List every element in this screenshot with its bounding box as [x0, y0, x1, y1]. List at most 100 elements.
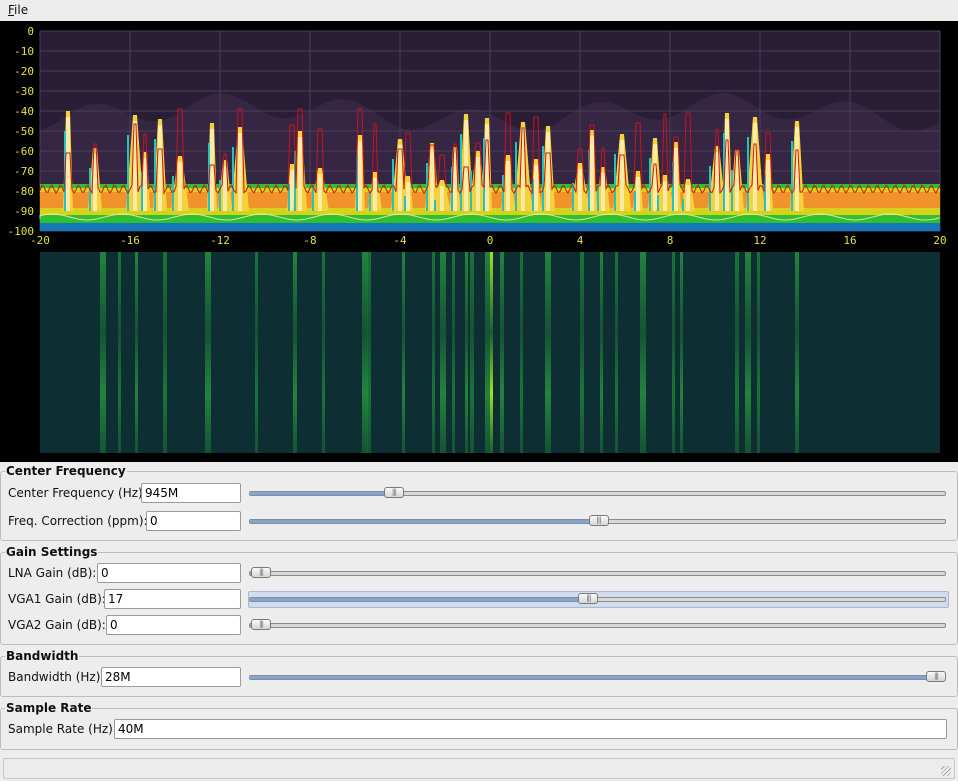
- center-frequency-slider-handle[interactable]: |||: [383, 487, 404, 498]
- freq-correction-label: Freq. Correction (ppm):: [8, 514, 148, 528]
- x-tick-label: -12: [210, 234, 230, 247]
- signal-peak-edge: [154, 139, 156, 211]
- menubar: File: [0, 0, 958, 22]
- sample-rate-title: Sample Rate: [5, 701, 93, 715]
- signal-peak-core: [546, 132, 550, 211]
- signal-peak-edge: [502, 175, 504, 211]
- freq-correction-slider[interactable]: |||: [249, 515, 946, 526]
- waterfall-signal-line: [680, 252, 683, 453]
- waterfall-signal-line: [255, 252, 258, 453]
- signal-peak-core: [753, 123, 757, 211]
- status-bar: [3, 758, 955, 779]
- lna-gain-slider[interactable]: |||: [249, 567, 946, 578]
- y-tick-label: -50: [14, 125, 34, 138]
- center-frequency-slider-fill: [250, 492, 394, 495]
- signal-peak-core: [534, 165, 538, 211]
- signal-peak-core: [430, 149, 434, 211]
- lna-gain-slider-handle[interactable]: |||: [251, 567, 271, 578]
- signal-peak-core: [636, 177, 640, 211]
- x-tick-label: -20: [30, 234, 50, 247]
- signal-peak-core: [406, 182, 410, 211]
- waterfall-signal-line: [600, 252, 603, 453]
- bandwidth-slider[interactable]: |||: [249, 671, 946, 682]
- waterfall-signal-line: [735, 252, 739, 453]
- x-tick-label: 16: [843, 234, 856, 247]
- signal-peak-edge: [434, 200, 436, 211]
- x-tick-label: 4: [577, 234, 584, 247]
- vga1-gain-input[interactable]: [104, 589, 241, 609]
- bandwidth-input[interactable]: [101, 667, 241, 687]
- signal-peak-core: [66, 117, 70, 211]
- file-menu[interactable]: File: [8, 3, 28, 17]
- spectrum-plot: 0-10-20-30-40-50-60-70-80-90-100-20 -16 -1…: [8, 25, 947, 247]
- signal-peak-edge: [219, 180, 221, 211]
- waterfall-signal-line: [520, 252, 523, 453]
- signal-peak-edge: [649, 158, 651, 211]
- spectrum-display[interactable]: 0 -10 -20 -30 -40 -50 -60 -70 -80 -90 -100 -20 -16 -1…: [0, 21, 958, 462]
- waterfall-signal-line: [452, 252, 455, 453]
- x-tick-label: -4: [393, 234, 407, 247]
- resize-grip-icon[interactable]: [941, 766, 951, 776]
- signal-peak-edge: [515, 142, 517, 211]
- signal-peak-edge: [791, 141, 793, 211]
- sample-rate-input[interactable]: [114, 719, 947, 739]
- signal-peak-core: [476, 157, 480, 211]
- bandwidth-slider-handle[interactable]: |||: [926, 671, 946, 682]
- center-frequency-title: Center Frequency: [5, 464, 127, 478]
- waterfall-signal-line: [118, 252, 121, 453]
- signal-peak-edge: [682, 199, 684, 211]
- x-tick-label: 12: [753, 234, 766, 247]
- signal-peak-core: [590, 136, 594, 211]
- signal-peak-core: [318, 174, 322, 211]
- waterfall-signal-line: [322, 252, 325, 453]
- y-tick-label: -10: [14, 45, 34, 58]
- y-tick-label: -70: [14, 165, 34, 178]
- signal-peak-core: [485, 124, 489, 211]
- signal-peak-core: [686, 185, 690, 211]
- waterfall-signal-line: [432, 252, 435, 453]
- signal-peak-core: [464, 120, 468, 211]
- lna-gain-label: LNA Gain (dB):: [8, 566, 97, 580]
- signal-peak-core: [210, 129, 214, 211]
- x-tick-label: 8: [667, 234, 674, 247]
- signal-peak-edge: [369, 192, 371, 211]
- waterfall-signal-line: [135, 252, 138, 453]
- signal-peak-edge: [392, 159, 394, 211]
- vga1-gain-slider-handle[interactable]: |||: [578, 593, 599, 604]
- freq-correction-input[interactable]: [146, 511, 241, 531]
- vga1-gain-label: VGA1 Gain (dB):: [8, 592, 106, 606]
- waterfall-signal-line: [440, 252, 446, 453]
- signal-peak-core: [440, 186, 444, 211]
- center-frequency-input[interactable]: [141, 483, 241, 503]
- signal-peak-edge: [597, 187, 599, 211]
- vga1-gain-slider[interactable]: |||: [249, 593, 946, 604]
- freq-correction-slider-handle[interactable]: |||: [588, 515, 609, 526]
- vga2-gain-input[interactable]: [106, 615, 241, 635]
- signal-peak-core: [663, 181, 667, 211]
- waterfall-signal-line: [402, 252, 405, 453]
- vga1-gain-slider-fill: [250, 598, 589, 601]
- center-frequency-label: Center Frequency (Hz):: [8, 486, 147, 500]
- signal-peak-core: [766, 160, 770, 211]
- freq-correction-slider-fill: [250, 520, 599, 523]
- signal-peak-core: [298, 137, 302, 211]
- lna-gain-input[interactable]: [97, 563, 241, 583]
- center-frequency-slider[interactable]: |||: [249, 487, 946, 498]
- signal-peak-edge: [657, 195, 659, 211]
- signal-peak-core: [143, 158, 147, 211]
- y-tick-label: -20: [14, 65, 34, 78]
- signal-peak-core: [223, 166, 227, 211]
- signal-peak-core: [178, 162, 182, 211]
- y-tick-label: -80: [14, 185, 34, 198]
- bandwidth-title: Bandwidth: [5, 649, 80, 663]
- x-tick-label: -16: [120, 234, 140, 247]
- signal-peak-edge: [542, 146, 544, 211]
- waterfall-signal-line: [672, 252, 675, 453]
- y-tick-label: 0: [27, 25, 34, 38]
- x-tick-label: -8: [303, 234, 316, 247]
- signal-peak-core: [358, 141, 362, 211]
- signal-peak-core: [674, 148, 678, 211]
- vga2-gain-slider-handle[interactable]: |||: [251, 619, 271, 630]
- vga2-gain-slider[interactable]: |||: [249, 619, 946, 630]
- signal-peak-edge: [634, 191, 636, 211]
